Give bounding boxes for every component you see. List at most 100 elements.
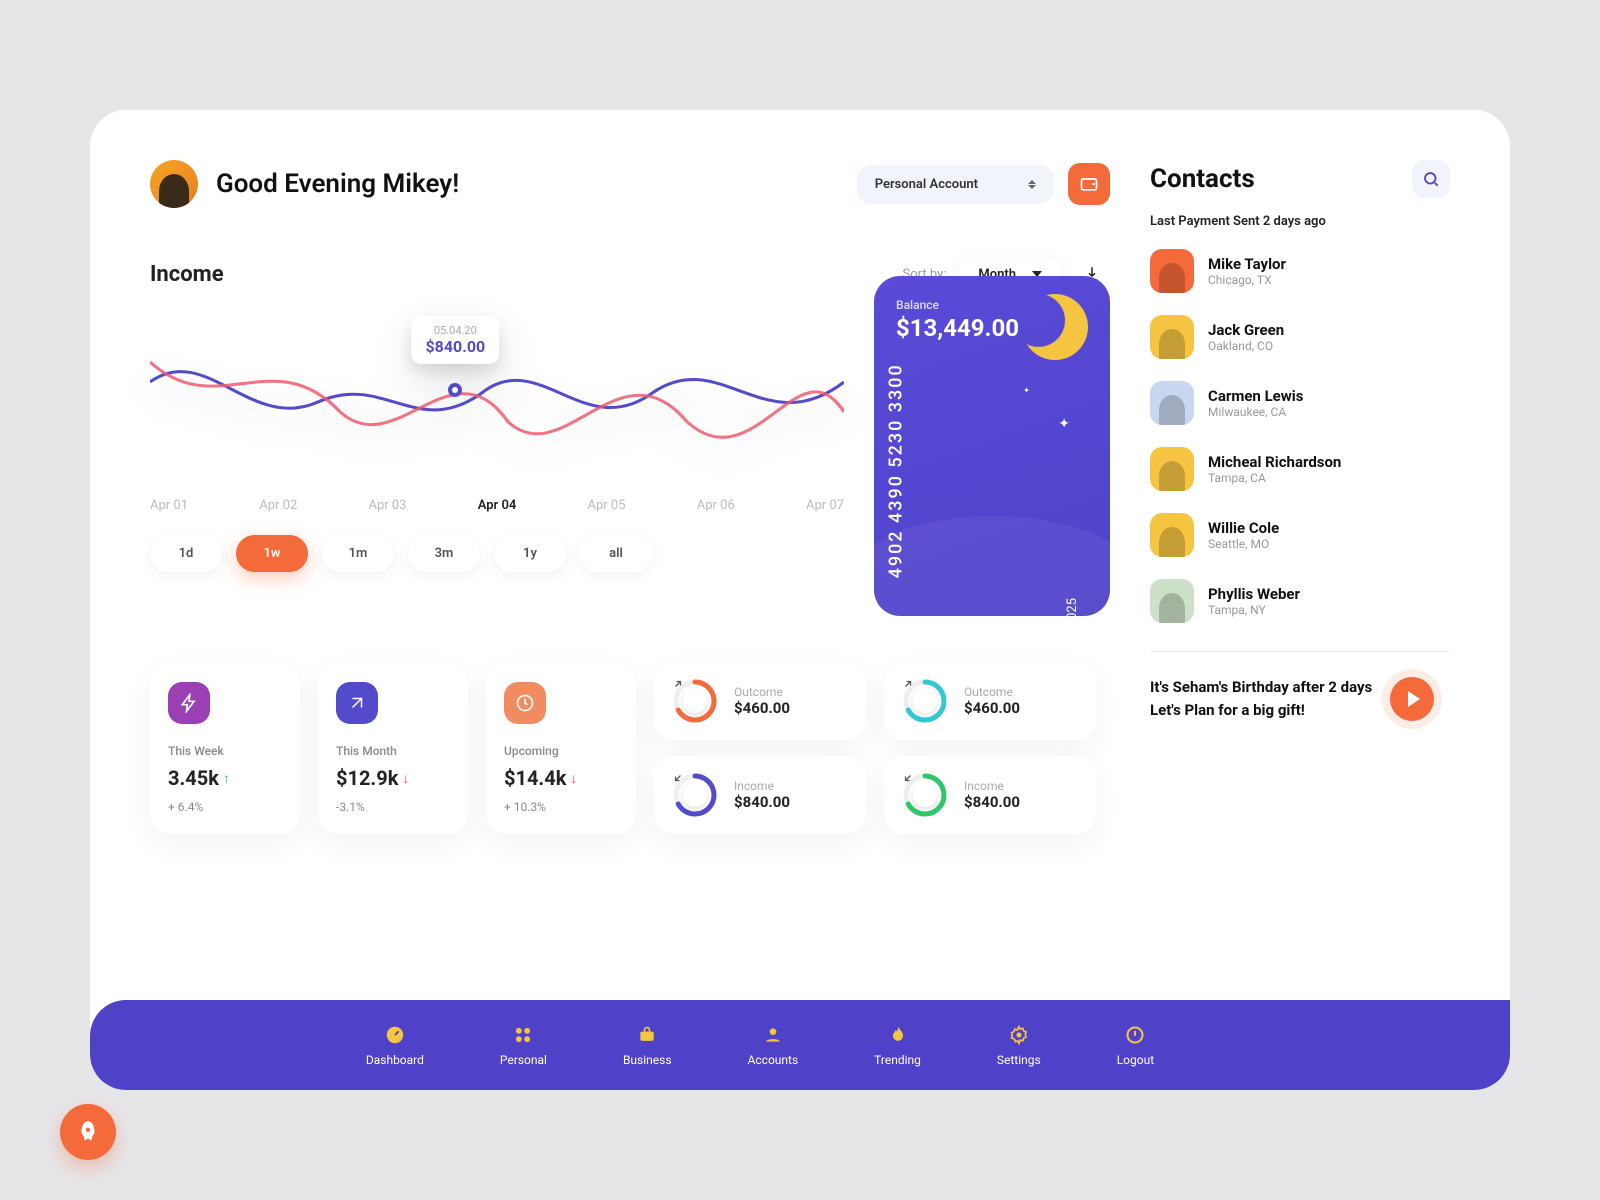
contact-avatar	[1150, 249, 1194, 293]
nav-label: Personal	[500, 1053, 547, 1067]
nav-label: Accounts	[748, 1053, 799, 1067]
greeting-text: Good Evening Mikey!	[216, 169, 459, 199]
stat-label: This Month	[336, 744, 450, 758]
nav-logout[interactable]: Logout	[1117, 1023, 1154, 1067]
xaxis-label: Apr 05	[588, 498, 626, 513]
contact-item[interactable]: Micheal RichardsonTampa, CA	[1150, 447, 1450, 491]
contact-item[interactable]: Carmen LewisMilwaukee, CA	[1150, 381, 1450, 425]
mini-label: Outcome	[964, 685, 1020, 699]
stat-card[interactable]: This Week 3.45k↑ + 6.4%	[150, 662, 300, 834]
contact-name: Mike Taylor	[1208, 255, 1286, 273]
progress-ring	[672, 678, 718, 724]
contacts-title: Contacts	[1150, 164, 1255, 194]
user-avatar[interactable]	[150, 160, 198, 208]
range-3m[interactable]: 3m	[408, 535, 480, 572]
trend-up-icon: ↑	[223, 770, 230, 787]
nav-personal[interactable]: Personal	[500, 1023, 547, 1067]
xaxis-label: Apr 07	[806, 498, 844, 513]
contact-location: Oakland, CO	[1208, 339, 1284, 353]
mini-label: Income	[734, 779, 790, 793]
range-1d[interactable]: 1d	[150, 535, 222, 572]
stat-card[interactable]: Upcoming $14.4k↓ + 10.3%	[486, 662, 636, 834]
xaxis-label: Apr 04	[478, 498, 517, 513]
progress-ring	[902, 772, 948, 818]
contact-name: Phyllis Weber	[1208, 585, 1300, 603]
balance-card[interactable]: Balance $13,449.00 ✦ ✦ 4902 4390 5230 33…	[874, 276, 1110, 616]
contact-location: Tampa, NY	[1208, 603, 1300, 617]
logout-icon	[1123, 1023, 1147, 1047]
tooltip-value: $840.00	[426, 337, 486, 356]
business-icon	[635, 1023, 659, 1047]
mini-value: $460.00	[964, 699, 1020, 717]
contact-location: Seattle, MO	[1208, 537, 1279, 551]
mini-label: Outcome	[734, 685, 790, 699]
nav-dashboard[interactable]: Dashboard	[366, 1023, 424, 1067]
range-1w[interactable]: 1w	[236, 535, 308, 572]
wallet-icon	[1079, 174, 1099, 194]
contact-item[interactable]: Willie ColeSeattle, MO	[1150, 513, 1450, 557]
nav-label: Trending	[874, 1053, 921, 1067]
nav-label: Dashboard	[366, 1053, 424, 1067]
contact-item[interactable]: Mike TaylorChicago, TX	[1150, 249, 1450, 293]
stat-icon	[168, 682, 210, 724]
mini-label: Income	[964, 779, 1020, 793]
contact-name: Micheal Richardson	[1208, 453, 1341, 471]
accounts-icon	[761, 1023, 785, 1047]
wallet-button[interactable]	[1068, 163, 1110, 205]
range-1m[interactable]: 1m	[322, 535, 394, 572]
contact-location: Tampa, CA	[1208, 471, 1341, 485]
stat-icon	[336, 682, 378, 724]
birthday-message: It's Seham's Birthday after 2 days Let's…	[1150, 676, 1372, 721]
contact-location: Chicago, TX	[1208, 273, 1286, 287]
nav-label: Logout	[1117, 1053, 1154, 1067]
search-button[interactable]	[1412, 160, 1450, 198]
xaxis-label: Apr 06	[697, 498, 735, 513]
nav-trending[interactable]: Trending	[874, 1023, 921, 1067]
nav-label: Settings	[997, 1053, 1041, 1067]
xaxis-label: Apr 03	[368, 498, 406, 513]
nav-settings[interactable]: Settings	[997, 1023, 1041, 1067]
income-chart[interactable]: 05.04.20 $840.00 Apr 01Apr 02Apr 03Apr 0…	[150, 312, 844, 616]
dashboard-icon	[383, 1023, 407, 1047]
stat-pct: + 10.3%	[504, 800, 618, 814]
stat-card[interactable]: This Month $12.9k↓ -3.1%	[318, 662, 468, 834]
mini-card[interactable]: Outcome$460.00	[884, 662, 1096, 740]
mini-value: $460.00	[734, 699, 790, 717]
sparkle-icon: ✦	[1058, 416, 1070, 432]
contact-avatar	[1150, 315, 1194, 359]
divider	[1150, 651, 1450, 652]
stat-value: $14.4k↓	[504, 766, 618, 790]
mini-card[interactable]: Outcome$460.00	[654, 662, 866, 740]
mini-card[interactable]: Income$840.00	[884, 756, 1096, 834]
rocket-fab[interactable]	[60, 1104, 116, 1160]
last-payment-text: Last Payment Sent 2 days ago	[1150, 214, 1450, 229]
mini-card[interactable]: Income$840.00	[654, 756, 866, 834]
stat-label: This Week	[168, 744, 282, 758]
nav-business[interactable]: Business	[623, 1023, 672, 1067]
account-selector[interactable]: Personal Account	[857, 165, 1054, 204]
personal-icon	[511, 1023, 535, 1047]
contact-avatar	[1150, 381, 1194, 425]
contact-avatar	[1150, 447, 1194, 491]
account-selector-label: Personal Account	[875, 177, 978, 192]
range-1y[interactable]: 1y	[494, 535, 566, 572]
stat-label: Upcoming	[504, 744, 618, 758]
trend-down-icon: ↓	[402, 770, 409, 787]
contact-name: Carmen Lewis	[1208, 387, 1303, 405]
stat-value: 3.45k↑	[168, 766, 282, 790]
play-button[interactable]	[1390, 677, 1434, 721]
contact-name: Jack Green	[1208, 321, 1284, 339]
xaxis-label: Apr 01	[150, 498, 188, 513]
chart-highlight-dot	[448, 383, 462, 397]
nav-accounts[interactable]: Accounts	[748, 1023, 799, 1067]
chart-tooltip: 05.04.20 $840.00	[412, 316, 500, 364]
settings-icon	[1007, 1023, 1031, 1047]
contact-avatar	[1150, 579, 1194, 623]
stat-icon	[504, 682, 546, 724]
progress-ring	[902, 678, 948, 724]
nav-label: Business	[623, 1053, 672, 1067]
mini-value: $840.00	[734, 793, 790, 811]
contact-item[interactable]: Phyllis WeberTampa, NY	[1150, 579, 1450, 623]
contact-item[interactable]: Jack GreenOakland, CO	[1150, 315, 1450, 359]
range-all[interactable]: all	[580, 535, 652, 572]
